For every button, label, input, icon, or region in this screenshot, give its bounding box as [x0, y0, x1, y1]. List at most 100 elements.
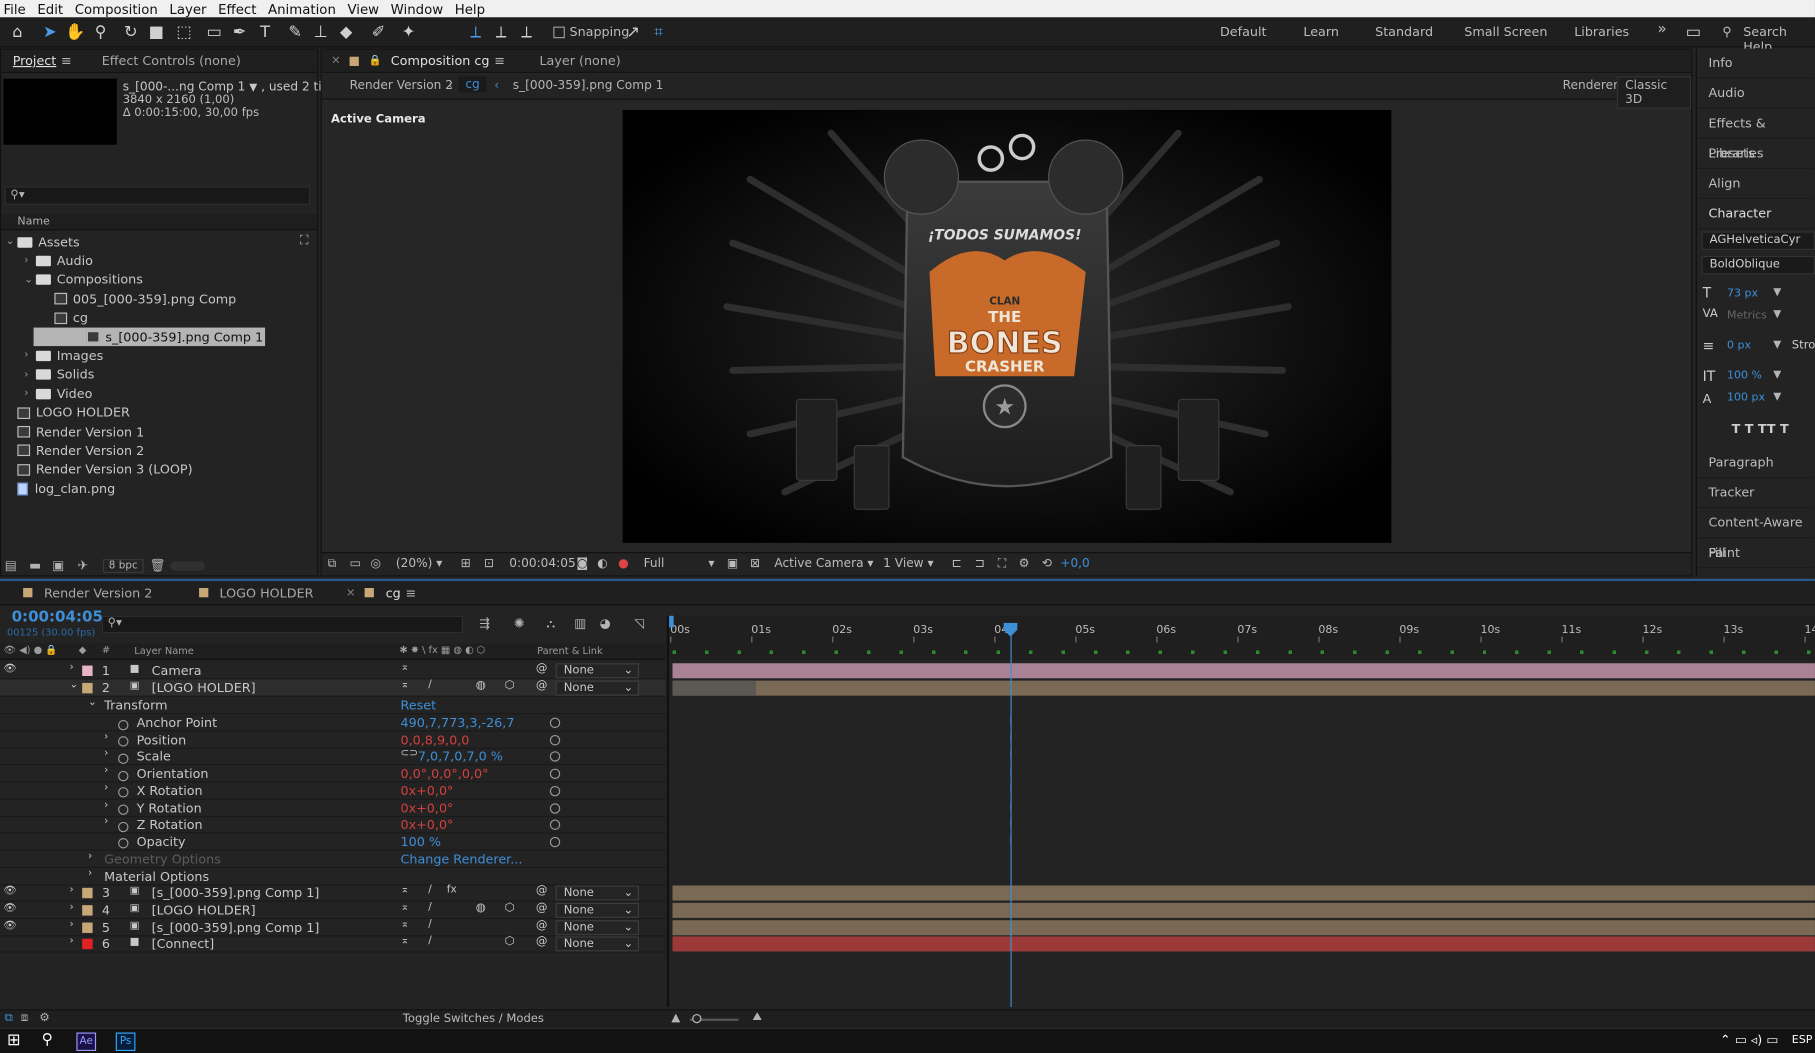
tab-effect-controls[interactable]: Effect Controls (none)	[90, 53, 252, 68]
property-value[interactable]: 100 %	[400, 834, 440, 849]
expression-pickwhip-icon[interactable]	[549, 819, 561, 831]
type-tool-icon[interactable]: T	[255, 22, 276, 43]
stroke-width-value[interactable]: 0 px	[1727, 339, 1751, 352]
draft-3d-icon[interactable]: ⊐	[975, 557, 985, 571]
comp-mini-flowchart-icon[interactable]: ⇶	[479, 616, 490, 631]
shy-switch-icon[interactable]: ⌅	[400, 935, 409, 947]
current-time-indicator[interactable]	[1010, 625, 1012, 1008]
current-time[interactable]: 0:00:04:05	[509, 557, 575, 571]
transfer-controls-icon[interactable]: ⧈	[21, 1012, 28, 1025]
windows-start-icon[interactable]: ⊞	[7, 1031, 21, 1050]
roi-icon[interactable]: ▣	[727, 557, 738, 571]
chevron-right-icon[interactable]: ›	[104, 765, 108, 777]
timeline-zoom-thumb[interactable]	[692, 1013, 702, 1024]
workspace-learn[interactable]: Learn	[1303, 24, 1339, 39]
eraser-tool-icon[interactable]: ◆	[336, 22, 357, 43]
font-family-select[interactable]: AGHelveticaCyr	[1701, 231, 1815, 251]
project-item[interactable]: log_clan.png	[1, 479, 314, 498]
chevron-right-icon[interactable]: ›	[69, 662, 73, 674]
workspace-small-screen[interactable]: Small Screen	[1464, 24, 1547, 39]
draft-3d-toggle-icon[interactable]: ✺	[514, 616, 525, 631]
project-item[interactable]: › Images	[1, 347, 314, 366]
layer-name[interactable]: [LOGO HOLDER]	[152, 903, 256, 918]
vertical-scale-value[interactable]: 100 %	[1727, 369, 1762, 382]
transform-reset-link[interactable]: Reset	[400, 698, 436, 713]
fx-switch-icon[interactable]: fx	[447, 884, 457, 896]
layer-duration-bar[interactable]	[672, 936, 1815, 952]
vr-icon[interactable]: ◎	[370, 557, 381, 571]
exposure-value[interactable]: +0,0	[1060, 557, 1090, 571]
timeline-timecode[interactable]: 0:00:04:05	[12, 609, 103, 626]
menu-window[interactable]: Window	[387, 1, 451, 17]
pickwhip-icon[interactable]: @	[536, 662, 548, 675]
layer-name[interactable]: [Connect]	[152, 936, 215, 951]
stopwatch-icon[interactable]	[118, 785, 135, 800]
layer-row[interactable]: ⌄ 2 ▣ [LOGO HOLDER] ⌅ / ⬡ ◍ @ None ⌄	[0, 679, 666, 697]
property-value[interactable]: 490,7,773,3,-26,7	[400, 715, 514, 730]
menu-composition[interactable]: Composition	[71, 1, 166, 17]
parent-select[interactable]: None ⌄	[555, 936, 639, 952]
chevron-down-icon[interactable]: ⌄	[6, 236, 18, 248]
panel-effects-presets[interactable]: Effects & Presets	[1696, 109, 1814, 161]
resolution-chevron-down-icon[interactable]: ▾	[708, 557, 714, 571]
font-size-value[interactable]: 73 px	[1727, 287, 1758, 300]
panel-paint[interactable]: Paint	[1696, 538, 1814, 569]
tab-project[interactable]: Project	[1, 53, 68, 68]
chevron-right-icon[interactable]: ›	[88, 851, 92, 863]
stroke-width-chevron-down-icon[interactable]: ▼	[1773, 339, 1781, 351]
pickwhip-icon[interactable]: @	[536, 679, 548, 692]
menu-layer[interactable]: Layer	[166, 1, 215, 17]
expression-pickwhip-icon[interactable]	[549, 734, 561, 746]
search-icon[interactable]: ⚲	[42, 1031, 53, 1048]
expression-pickwhip-icon[interactable]	[549, 836, 561, 848]
font-style-select[interactable]: BoldOblique	[1701, 255, 1815, 275]
hand-tool-icon[interactable]: ✋	[65, 22, 86, 43]
pickwhip-icon[interactable]: @	[536, 919, 548, 932]
project-item[interactable]: ⌄ Compositions	[1, 271, 314, 290]
property-value[interactable]: 7,0,7,0,7,0 %	[418, 749, 503, 764]
zoom-dropdown[interactable]: (20%) ▾	[396, 557, 442, 571]
chevron-right-icon[interactable]: ›	[104, 782, 108, 794]
parent-select[interactable]: None ⌄	[555, 902, 639, 918]
clone-stamp-tool-icon[interactable]: ⊥	[310, 22, 331, 43]
layer-name[interactable]: Camera	[152, 663, 202, 678]
shy-switch-icon[interactable]: ⌅	[400, 662, 409, 674]
project-item[interactable]: › Audio	[1, 252, 314, 271]
toggle-switches-modes[interactable]: Toggle Switches / Modes	[403, 1013, 544, 1026]
project-search-input[interactable]: ⚲▾	[4, 186, 311, 205]
layer-row[interactable]: 👁 › 1 ■ Camera ⌅ @ None ⌄	[0, 662, 666, 680]
chevron-right-icon[interactable]: ›	[24, 369, 36, 381]
expression-pickwhip-icon[interactable]	[549, 751, 561, 763]
in-out-icon[interactable]: ⚙	[39, 1012, 49, 1025]
motion-blur-switch-icon[interactable]: ◍	[476, 902, 486, 915]
property-value[interactable]: 0x+0,0°	[400, 800, 453, 815]
toggle-pixel-icon[interactable]: ⊏	[951, 557, 961, 571]
stopwatch-icon[interactable]	[118, 733, 135, 748]
search-help-icon[interactable]: ⚲	[1722, 24, 1731, 39]
roto-brush-tool-icon[interactable]: ✐	[368, 22, 389, 43]
visibility-eye-icon[interactable]: 👁	[3, 663, 16, 675]
stopwatch-icon[interactable]	[118, 716, 135, 731]
quality-switch-icon[interactable]: /	[428, 902, 432, 914]
breadcrumb-s-comp[interactable]: s_[000-359].png Comp 1	[513, 79, 664, 93]
zoom-out-icon[interactable]: ▲	[671, 1012, 680, 1025]
layer-duration-bar[interactable]	[672, 663, 1815, 679]
chevron-right-icon[interactable]: ›	[104, 748, 108, 760]
local-axis-icon[interactable]: ⟂	[465, 22, 486, 43]
transparency-grid-icon[interactable]: ⊠	[750, 557, 760, 571]
tray-icons[interactable]: ⌃ ▭ ◃) ▭	[1720, 1032, 1778, 1047]
photoshop-taskbar-icon[interactable]: Ps	[115, 1032, 136, 1052]
bpc-button[interactable]: 8 bpc	[103, 559, 144, 573]
visibility-eye-icon[interactable]: 👁	[3, 903, 16, 915]
project-item[interactable]: cg	[1, 309, 314, 328]
pickwhip-icon[interactable]: @	[536, 935, 548, 948]
quality-switch-icon[interactable]: /	[428, 935, 432, 947]
quality-switch-icon[interactable]: /	[428, 919, 432, 931]
motion-blur-switch-icon[interactable]: ◍	[476, 679, 486, 692]
property-value[interactable]: 0x+0,0°	[400, 783, 453, 798]
workspace-default[interactable]: Default	[1220, 24, 1267, 39]
shy-switch-icon[interactable]: ⌅	[400, 902, 409, 914]
layer-name[interactable]: [s_[000-359].png Comp 1]	[152, 920, 320, 935]
project-menu-icon[interactable]: ≡	[61, 53, 72, 68]
parent-select[interactable]: None ⌄	[555, 885, 639, 901]
